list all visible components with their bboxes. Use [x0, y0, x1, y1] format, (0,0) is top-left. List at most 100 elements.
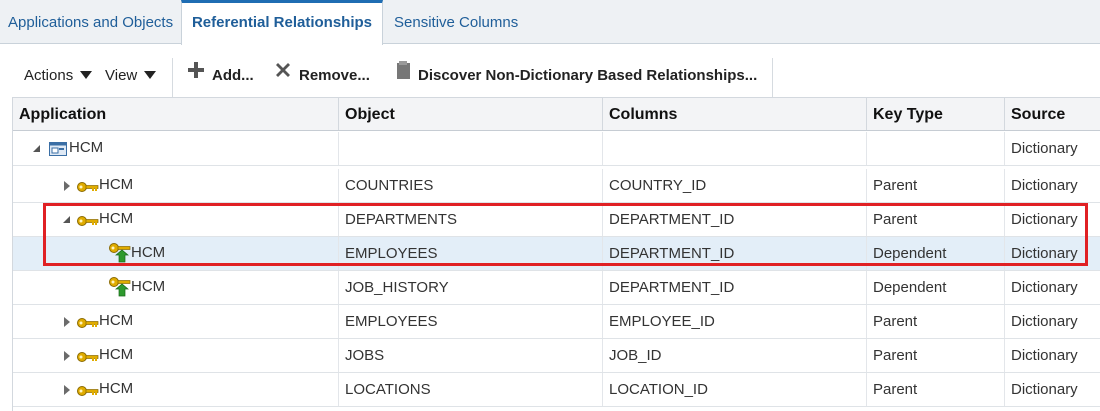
discover-button-label: Discover Non-Dictionary Based Relationsh…	[418, 67, 758, 84]
key-icon	[77, 214, 99, 231]
cell-source-text: Dictionary	[1011, 347, 1078, 364]
table-row[interactable]: HCM DEPARTMENTS DEPARTMENT_ID Parent Diction…	[13, 203, 1100, 237]
tree-collapse-toggle-icon[interactable]	[63, 216, 70, 223]
add-button-label: Add...	[212, 67, 254, 84]
cell-object-text: JOB_HISTORY	[345, 279, 449, 296]
cell-source-text: Dictionary	[1011, 279, 1078, 296]
cell-key-type-text: Parent	[873, 347, 918, 364]
column-header-object[interactable]: Object	[339, 98, 603, 130]
application-name: HCM	[99, 210, 134, 227]
cell-source: Dictionary	[1005, 132, 1100, 165]
cell-object: JOB_HISTORY	[339, 271, 603, 304]
cell-application: HCM	[13, 339, 339, 372]
cell-key-type: Parent	[867, 169, 1005, 202]
cell-key-type: Parent	[867, 373, 1005, 406]
cell-key-type-text: Dependent	[873, 279, 947, 296]
cell-source: Dictionary	[1005, 203, 1100, 236]
plus-icon	[186, 56, 206, 96]
tab-referential-relationships[interactable]: Referential Relationships	[181, 0, 383, 45]
cell-columns-text: EMPLOYEE_ID	[609, 313, 715, 330]
cell-columns: DEPARTMENT_ID	[603, 271, 867, 304]
cell-object-text: COUNTRIES	[345, 177, 434, 194]
cell-key-type: Parent	[867, 203, 1005, 236]
table-row[interactable]: HCM LOCATIONS LOCATION_ID Parent Dictionary	[13, 373, 1100, 407]
actions-menu-label: Actions	[24, 67, 74, 84]
cell-columns: COUNTRY_ID	[603, 169, 867, 202]
application-name: HCM	[99, 312, 134, 329]
cell-key-type-text: Parent	[873, 381, 918, 398]
table-row[interactable]: HCM Dictionary	[13, 132, 1100, 166]
cell-application: HCM	[13, 169, 339, 202]
key-icon	[77, 384, 99, 401]
key-icon	[77, 350, 99, 367]
key-icon	[77, 180, 99, 197]
table-row[interactable]: HCM JOBS JOB_ID Parent Dictionary	[13, 339, 1100, 373]
table-row[interactable]: HCM EMPLOYEES DEPARTMENT_ID Dependent Dictio…	[13, 237, 1100, 271]
cell-object-text: EMPLOYEES	[345, 313, 438, 330]
cell-object: JOBS	[339, 339, 603, 372]
table-header: Application Object Columns Key Type Sour…	[13, 97, 1100, 131]
application-name: HCM	[99, 346, 134, 363]
cell-columns-text: DEPARTMENT_ID	[609, 211, 735, 228]
cell-columns: JOB_ID	[603, 339, 867, 372]
remove-button[interactable]: Remove...	[273, 56, 370, 96]
cell-columns-text: LOCATION_ID	[609, 381, 708, 398]
tree-expand-toggle-icon[interactable]	[64, 385, 70, 395]
add-button[interactable]: Add...	[186, 56, 254, 96]
discover-relationships-button[interactable]: Discover Non-Dictionary Based Relationsh…	[396, 56, 757, 96]
table-row[interactable]: HCM COUNTRIES COUNTRY_ID Parent Dictionary	[13, 169, 1100, 203]
column-header-columns[interactable]: Columns	[603, 98, 867, 130]
cell-source-text: Dictionary	[1011, 140, 1078, 157]
cell-object-text: DEPARTMENTS	[345, 211, 457, 228]
actions-menu[interactable]: Actions	[24, 56, 93, 96]
cell-object: EMPLOYEES	[339, 237, 603, 270]
tree-expand-toggle-icon[interactable]	[64, 317, 70, 327]
tree-collapse-toggle-icon[interactable]	[33, 145, 40, 152]
tree-expand-toggle-icon[interactable]	[64, 351, 70, 361]
cell-application: HCM	[13, 305, 339, 338]
table-row[interactable]: HCM JOB_HISTORY DEPARTMENT_ID Dependent Dict…	[13, 271, 1100, 305]
cell-source-text: Dictionary	[1011, 245, 1078, 262]
cell-object: LOCATIONS	[339, 373, 603, 406]
cell-source: Dictionary	[1005, 373, 1100, 406]
toolbar-divider	[772, 58, 773, 98]
application-name: HCM	[131, 278, 166, 295]
table-row[interactable]: HCM EMPLOYEES EMPLOYEE_ID Parent Dictionary	[13, 305, 1100, 339]
cell-columns-text: DEPARTMENT_ID	[609, 279, 735, 296]
dependent-key-icon	[109, 243, 131, 267]
cell-object: DEPARTMENTS	[339, 203, 603, 236]
tree-expand-toggle-icon[interactable]	[64, 181, 70, 191]
cell-source-text: Dictionary	[1011, 313, 1078, 330]
cell-source-text: Dictionary	[1011, 381, 1078, 398]
column-header-source[interactable]: Source	[1005, 98, 1100, 130]
toolbar: Actions View Add... Remove... Discover N…	[0, 56, 1100, 98]
cell-columns-text: COUNTRY_ID	[609, 177, 707, 194]
cell-object	[339, 132, 603, 165]
column-header-application[interactable]: Application	[13, 98, 339, 130]
cell-columns	[603, 132, 867, 165]
cell-key-type: Parent	[867, 339, 1005, 372]
cell-key-type: Parent	[867, 305, 1005, 338]
view-menu-label: View	[105, 67, 138, 84]
cell-source: Dictionary	[1005, 237, 1100, 270]
cell-key-type-text: Parent	[873, 177, 918, 194]
view-menu[interactable]: View	[105, 56, 157, 96]
cell-object: COUNTRIES	[339, 169, 603, 202]
cell-source-text: Dictionary	[1011, 211, 1078, 228]
close-icon	[273, 56, 293, 96]
cell-key-type	[867, 132, 1005, 165]
cell-source: Dictionary	[1005, 305, 1100, 338]
cell-columns: LOCATION_ID	[603, 373, 867, 406]
cell-application: HCM	[13, 237, 339, 270]
column-header-key-type[interactable]: Key Type	[867, 98, 1005, 130]
cell-object-text: EMPLOYEES	[345, 245, 438, 262]
cell-columns-text: DEPARTMENT_ID	[609, 245, 735, 262]
tab-sensitive-columns[interactable]: Sensitive Columns	[394, 0, 518, 44]
tab-applications-and-objects[interactable]: Applications and Objects	[8, 0, 173, 44]
dependent-key-icon	[109, 277, 131, 301]
cell-key-type: Dependent	[867, 237, 1005, 270]
cell-key-type: Dependent	[867, 271, 1005, 304]
cell-columns-text: JOB_ID	[609, 347, 662, 364]
cell-source-text: Dictionary	[1011, 177, 1078, 194]
cell-application: HCM	[13, 271, 339, 304]
